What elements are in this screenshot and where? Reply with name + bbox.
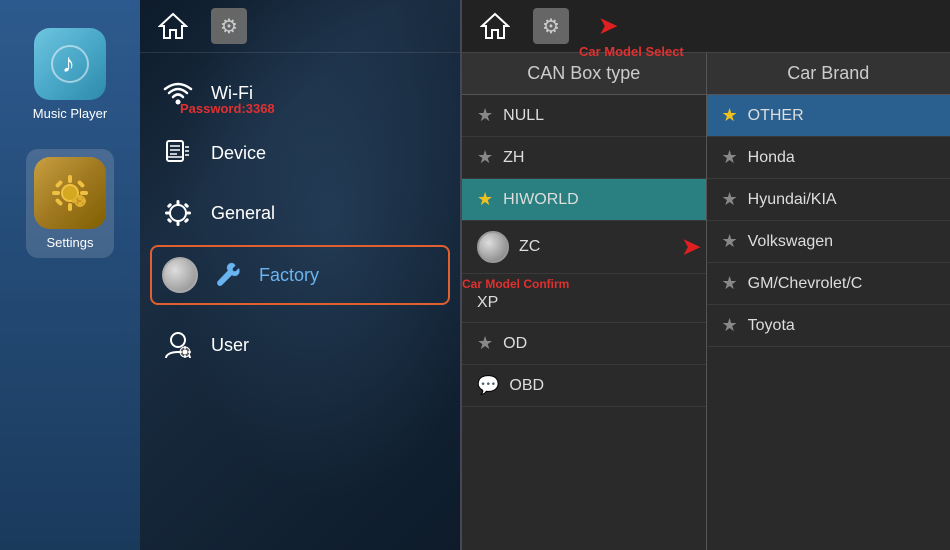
can-label-zh: ZH — [503, 149, 524, 167]
factory-label: Factory — [259, 265, 319, 286]
music-player-label: Music Player — [33, 106, 107, 121]
star-null: ★ — [477, 105, 493, 126]
settings-label: Settings — [47, 235, 94, 250]
sidebar-item-settings[interactable]: Settings — [26, 149, 114, 258]
star-gm: ★ — [722, 273, 738, 294]
menu-item-user[interactable]: User — [140, 315, 460, 375]
can-item-null[interactable]: ★ NULL — [462, 95, 706, 137]
brand-item-toyota[interactable]: ★ Toyota — [707, 305, 950, 347]
car-model-select-arrow: ➤ — [599, 13, 617, 39]
brand-item-volkswagen[interactable]: ★ Volkswagen — [707, 221, 950, 263]
star-zh: ★ — [477, 147, 493, 168]
brand-label-volkswagen: Volkswagen — [748, 233, 833, 251]
device-icon — [160, 135, 196, 171]
settings-gear-button[interactable]: ⚙ — [211, 8, 247, 44]
car-home-button[interactable] — [477, 10, 513, 42]
car-gear-icon: ⚙ — [542, 14, 560, 39]
car-model-select-label: Car Model Select — [579, 44, 684, 59]
can-box-column: CAN Box type ★ NULL ★ ZH ★ HIWORLD ZC — [462, 53, 707, 550]
can-item-od[interactable]: ★ OD — [462, 323, 706, 365]
brand-item-gm[interactable]: ★ GM/Chevrolet/C — [707, 263, 950, 305]
car-brand-column: Car Brand ★ OTHER ★ Honda ★ Hyundai/KIA … — [707, 53, 950, 550]
brand-label-other: OTHER — [748, 107, 804, 125]
sidebar: ♪ Music Player — [0, 0, 140, 550]
settings-menu-list: Wi-Fi ➤ Device — [140, 53, 460, 385]
factory-toggle-knob[interactable] — [162, 257, 198, 293]
car-model-panel: ⚙ ➤ Car Model Select CAN Box type ★ NULL… — [462, 0, 950, 550]
star-hyundai: ★ — [722, 189, 738, 210]
password-annotation: Password:3368 — [180, 101, 275, 116]
factory-wrench-icon — [208, 257, 244, 293]
brand-item-other[interactable]: ★ OTHER — [707, 95, 950, 137]
car-gear-button[interactable]: ⚙ — [533, 8, 569, 44]
can-label-hiworld: HIWORLD — [503, 191, 579, 209]
can-label-zc: ZC — [519, 238, 540, 256]
brand-label-honda: Honda — [748, 149, 795, 167]
zc-toggle — [477, 231, 509, 263]
gear-icon: ⚙ — [220, 14, 238, 39]
star-volkswagen: ★ — [722, 231, 738, 252]
car-brand-header: Car Brand — [707, 53, 950, 95]
can-item-obd[interactable]: 💬 OBD — [462, 365, 706, 407]
brand-label-gm: GM/Chevrolet/C — [748, 275, 863, 293]
device-label: Device — [211, 143, 266, 164]
can-item-zc[interactable]: ZC ➤ Car Model Confirm — [462, 221, 706, 274]
brand-label-toyota: Toyota — [748, 317, 795, 335]
svg-text:♪: ♪ — [62, 48, 75, 78]
brand-label-hyundai: Hyundai/KIA — [748, 191, 837, 209]
car-model-header: ⚙ ➤ Car Model Select — [462, 0, 950, 53]
menu-item-device[interactable]: ➤ Device ➤ Password:33 — [140, 123, 460, 183]
can-label-xp: XP — [477, 294, 498, 312]
can-box-header: CAN Box type — [462, 53, 706, 95]
brand-item-hyundai[interactable]: ★ Hyundai/KIA — [707, 179, 950, 221]
brand-item-honda[interactable]: ★ Honda — [707, 137, 950, 179]
settings-panel-header: ⚙ — [140, 0, 460, 53]
menu-item-factory[interactable]: Factory — [150, 245, 450, 305]
star-honda: ★ — [722, 147, 738, 168]
menu-item-general[interactable]: General — [140, 183, 460, 243]
car-model-body: CAN Box type ★ NULL ★ ZH ★ HIWORLD ZC — [462, 53, 950, 550]
can-item-zh[interactable]: ★ ZH — [462, 137, 706, 179]
user-label: User — [211, 335, 249, 356]
star-od: ★ — [477, 333, 493, 354]
star-toyota: ★ — [722, 315, 738, 336]
general-label: General — [211, 203, 275, 224]
star-other: ★ — [722, 105, 738, 126]
general-icon — [160, 195, 196, 231]
sidebar-item-music-player[interactable]: ♪ Music Player — [25, 20, 115, 129]
can-item-hiworld[interactable]: ★ HIWORLD — [462, 179, 706, 221]
obd-icon: 💬 — [477, 375, 499, 396]
car-model-select-area: ➤ Car Model Select — [599, 13, 617, 39]
music-player-icon-box: ♪ — [34, 28, 106, 100]
can-item-xp[interactable]: XP — [462, 274, 706, 323]
can-label-od: OD — [503, 335, 527, 353]
home-button[interactable] — [155, 10, 191, 42]
star-hiworld: ★ — [477, 189, 493, 210]
user-icon — [160, 327, 196, 363]
can-label-null: NULL — [503, 107, 544, 125]
zc-confirm-arrow: ➤ — [682, 234, 700, 260]
settings-icon-box — [34, 157, 106, 229]
settings-menu-panel: ⚙ Wi-Fi ➤ — [140, 0, 460, 550]
can-label-obd: OBD — [509, 377, 544, 395]
